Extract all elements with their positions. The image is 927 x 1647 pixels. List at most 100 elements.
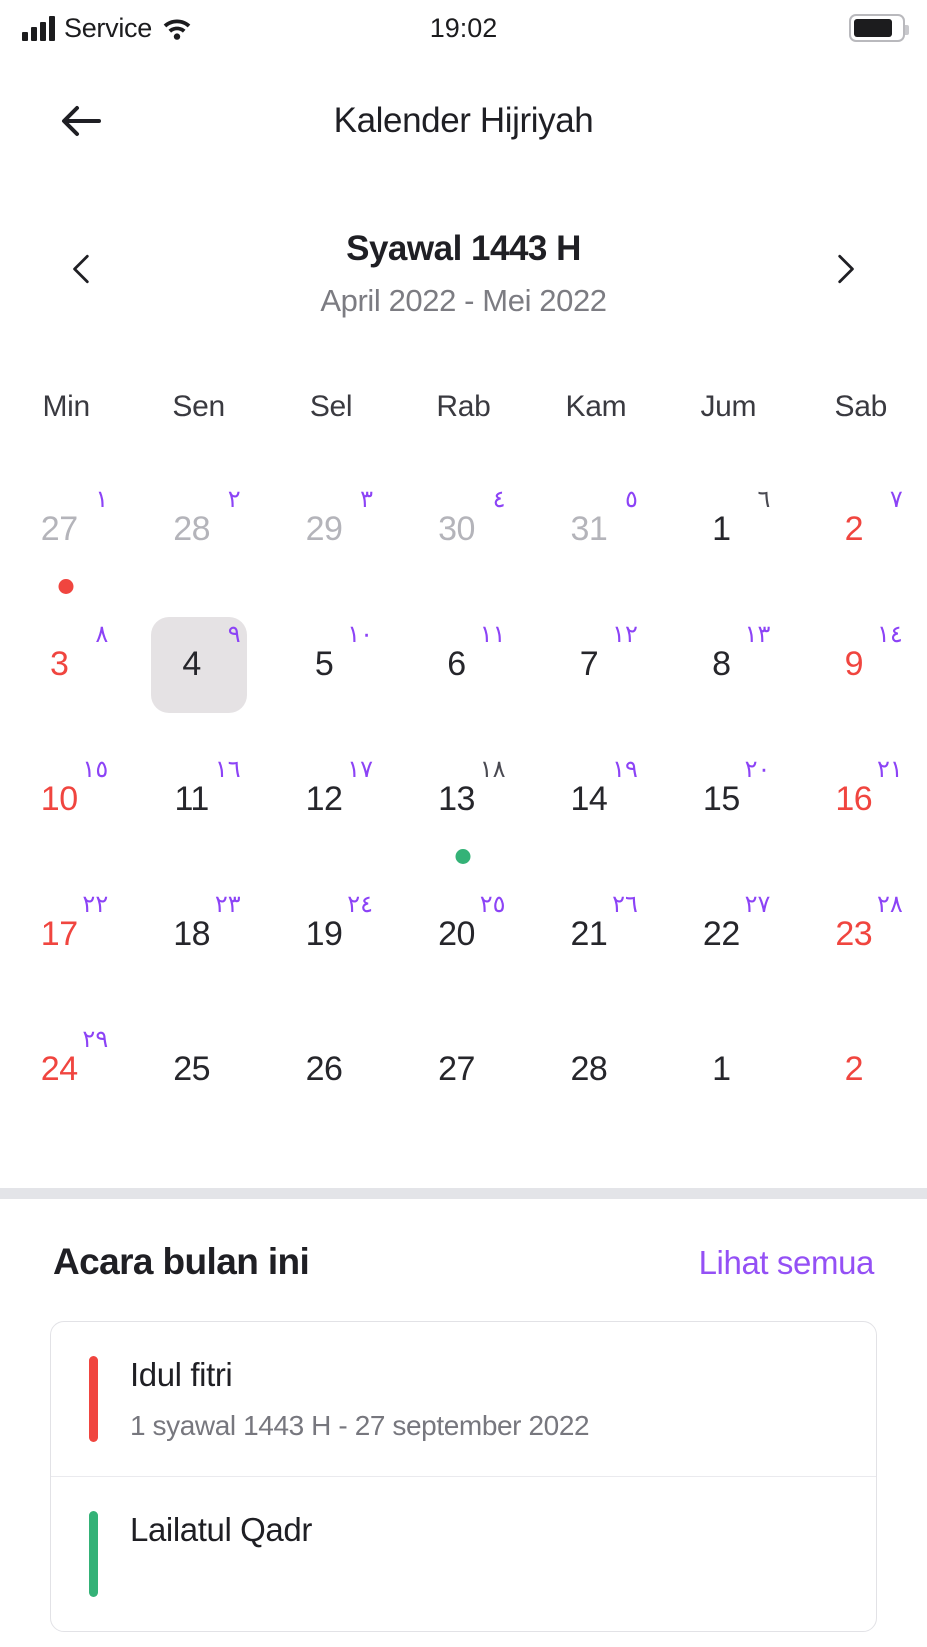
calendar-day-cell[interactable]: 11 ١٦ xyxy=(132,732,264,867)
hijri-day-number: ٢٣ xyxy=(214,890,241,918)
event-list-item[interactable]: Idul fitri 1 syawal 1443 H - 27 september… xyxy=(51,1322,876,1477)
gregorian-day-number: 11 xyxy=(174,780,209,818)
calendar-day-inner: 29 ٣ xyxy=(283,482,379,578)
gregorian-day-number: 13 xyxy=(438,780,475,818)
event-color-bar xyxy=(89,1511,98,1597)
month-header: Syawal 1443 H April 2022 - Mei 2022 xyxy=(0,215,927,350)
gregorian-day-number: 31 xyxy=(570,510,608,548)
hijri-day-number: ٧ xyxy=(889,485,903,513)
hijri-day-number: ١ xyxy=(95,485,109,513)
see-all-link[interactable]: Lihat semua xyxy=(699,1244,875,1282)
calendar-day-cell[interactable]: 3٨ xyxy=(0,597,132,732)
calendar-day-cell[interactable]: 2٧ xyxy=(795,462,927,597)
calendar-day-cell[interactable]: 15 ٢٠ xyxy=(662,732,794,867)
event-text-block: Lailatul Qadr xyxy=(98,1511,312,1549)
calendar-day-cell[interactable]: 12 ١٧ xyxy=(265,732,397,867)
calendar-day-cell[interactable]: 24 ٢٩ xyxy=(0,1002,132,1137)
calendar-day-cell[interactable]: 29 ٣ xyxy=(265,462,397,597)
calendar-day-inner: 24 ٢٩ xyxy=(18,1022,114,1118)
calendar-day-inner: 28 xyxy=(548,1022,644,1118)
calendar-day-cell[interactable]: 1٦ xyxy=(662,462,794,597)
event-date-meta: 1 syawal 1443 H - 27 september 2022 xyxy=(130,1410,590,1441)
calendar-day-inner: 9 ١٤ xyxy=(813,617,909,713)
event-marker-dot xyxy=(455,848,471,864)
calendar-day-cell[interactable]: 27 ١ xyxy=(0,462,132,597)
weekday-header: Min Sen Sel Rab Kam Jum Sab xyxy=(0,390,927,424)
calendar-day-inner: 11 ١٦ xyxy=(151,752,247,848)
hijri-day-number: ٢٨ xyxy=(877,890,903,918)
hijri-day-number: ١٧ xyxy=(347,755,374,783)
calendar-day-cell[interactable]: 5 ١٠ xyxy=(265,597,397,732)
calendar-day-cell[interactable]: 13 ١٨ xyxy=(397,732,529,867)
status-bar-right xyxy=(849,14,909,42)
calendar-day-inner: 20 ٢٥ xyxy=(415,887,511,983)
calendar-day-cell[interactable]: 7 ١٢ xyxy=(530,597,662,732)
event-marker-dot xyxy=(58,578,74,594)
calendar-day-inner: 6 ١١ xyxy=(415,617,511,713)
next-month-button[interactable] xyxy=(813,237,877,301)
calendar-day-inner: 7 ١٢ xyxy=(548,617,644,713)
battery-icon xyxy=(849,14,909,42)
hijri-day-number: ٥ xyxy=(625,485,638,513)
calendar-day-cell[interactable]: 8 ١٣ xyxy=(662,597,794,732)
gregorian-day-number: 10 xyxy=(40,780,78,818)
calendar-day-inner: 27 ١ xyxy=(18,482,114,594)
calendar-day-cell[interactable]: 1 xyxy=(662,1002,794,1137)
gregorian-day-number: 27 xyxy=(438,1050,475,1088)
calendar-day-cell[interactable]: 4٩ xyxy=(132,597,264,732)
calendar-day-cell[interactable]: 17 ٢٢ xyxy=(0,867,132,1002)
back-button[interactable] xyxy=(50,90,112,152)
calendar-day-inner: 25 xyxy=(151,1022,247,1118)
calendar-day-cell[interactable]: 28 xyxy=(530,1002,662,1137)
calendar-day-cell[interactable]: 23 ٢٨ xyxy=(795,867,927,1002)
calendar-day-cell[interactable]: 14 ١٩ xyxy=(530,732,662,867)
calendar-day-cell[interactable]: 28 ٢ xyxy=(132,462,264,597)
calendar-day-cell[interactable]: 19 ٢٤ xyxy=(265,867,397,1002)
gregorian-day-number: 21 xyxy=(570,915,608,953)
event-list-item[interactable]: Lailatul Qadr xyxy=(51,1477,876,1631)
calendar-day-cell[interactable]: 25 xyxy=(132,1002,264,1137)
calendar-day-cell[interactable]: 27 xyxy=(397,1002,529,1137)
chevron-right-icon xyxy=(838,254,854,284)
gregorian-day-number: 18 xyxy=(173,915,211,953)
weekday-label-sab: Sab xyxy=(834,390,888,423)
calendar-day-cell[interactable]: 30 ٤ xyxy=(397,462,529,597)
gregorian-day-number: 9 xyxy=(844,645,864,683)
status-bar-time: 19:02 xyxy=(429,12,498,43)
calendar-day-inner: 15 ٢٠ xyxy=(680,752,776,848)
gregorian-day-number: 16 xyxy=(835,780,873,818)
calendar-day-cell[interactable]: 10 ١٥ xyxy=(0,732,132,867)
gregorian-day-number: 25 xyxy=(173,1050,211,1088)
calendar-day-cell[interactable]: 16 ٢١ xyxy=(795,732,927,867)
hijri-day-number: ١٥ xyxy=(82,755,109,783)
hijri-day-number: ٤ xyxy=(492,485,506,513)
calendar-day-cell[interactable]: 20 ٢٥ xyxy=(397,867,529,1002)
calendar-day-cell[interactable]: 26 xyxy=(265,1002,397,1137)
calendar-day-cell[interactable]: 31 ٥ xyxy=(530,462,662,597)
hijri-day-number: ٣ xyxy=(360,485,374,513)
page-title: Kalender Hijriyah xyxy=(333,101,594,140)
gregorian-day-number: 6 xyxy=(447,645,466,683)
event-name: Lailatul Qadr xyxy=(130,1511,312,1548)
calendar-day-inner: 18 ٢٣ xyxy=(151,887,247,983)
back-arrow-icon xyxy=(62,106,101,136)
calendar-day-inner: 14 ١٩ xyxy=(548,752,644,848)
calendar-day-inner: 5 ١٠ xyxy=(283,617,379,713)
weekday-label-min: Min xyxy=(42,390,90,423)
calendar-day-cell[interactable]: 2 xyxy=(795,1002,927,1137)
previous-month-button[interactable] xyxy=(50,237,114,301)
gregorian-day-number: 2 xyxy=(844,1050,864,1088)
calendar-day-cell[interactable]: 21 ٢٦ xyxy=(530,867,662,1002)
calendar-day-cell[interactable]: 18 ٢٣ xyxy=(132,867,264,1002)
gregorian-day-number: 29 xyxy=(305,510,343,548)
calendar-day-cell[interactable]: 22 ٢٧ xyxy=(662,867,794,1002)
gregorian-day-number: 5 xyxy=(314,645,334,683)
weekday-label-sel: Sel xyxy=(309,390,353,423)
calendar-day-inner: 3٨ xyxy=(18,617,114,713)
calendar-day-inner: 1 xyxy=(680,1022,776,1118)
hijri-day-number: ٢١ xyxy=(877,755,903,783)
calendar-day-cell[interactable]: 6 ١١ xyxy=(397,597,529,732)
calendar-day-cell[interactable]: 9 ١٤ xyxy=(795,597,927,732)
calendar-day-inner: 23 ٢٨ xyxy=(813,887,909,983)
hijri-day-number: ٦ xyxy=(757,485,771,513)
